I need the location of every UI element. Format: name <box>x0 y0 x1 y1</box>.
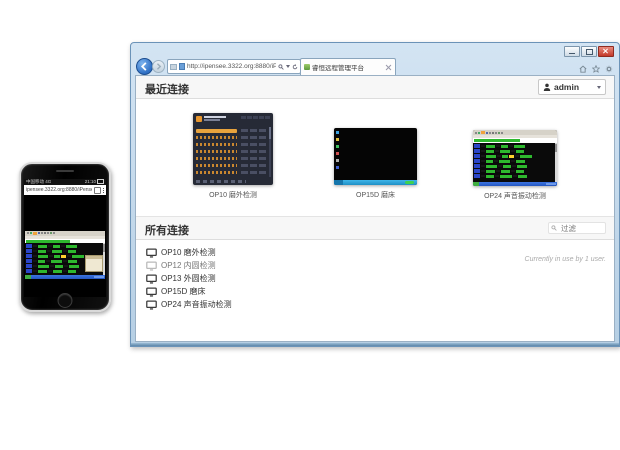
user-menu-caret-icon <box>597 86 601 89</box>
connection-row-op15d[interactable]: OP15D 磨床 <box>146 285 232 298</box>
window-bottom-edge <box>131 343 619 346</box>
forward-button[interactable] <box>152 60 165 73</box>
thumbnail-op15d[interactable] <box>334 128 417 185</box>
tab-title: 睿恒远程管理平台 <box>312 62 383 72</box>
thumbnail-op10[interactable] <box>193 113 273 185</box>
back-button[interactable] <box>136 58 153 75</box>
phone-url-text: ipensee.3322.org:8880/iPenseeViewer <box>26 187 92 193</box>
thumbnail-op24[interactable] <box>473 130 557 186</box>
monitor-icon <box>146 300 157 310</box>
thumbnail-caption: OP24 声音振动检测 <box>473 191 557 201</box>
connection-row-op12[interactable]: OP12 内圆检测 <box>146 259 232 272</box>
browser-toolbar: 睿恒远程管理平台 <box>135 58 615 74</box>
recent-connection-op15d[interactable]: OP15D 磨床 <box>334 128 417 200</box>
monitor-icon <box>146 287 157 297</box>
url-input[interactable] <box>187 63 276 70</box>
phone-carrier-label: 中国移动 4G <box>26 179 51 185</box>
address-dropdown-icon[interactable] <box>286 65 290 68</box>
user-icon <box>543 83 551 91</box>
browser-tab[interactable]: 睿恒远程管理平台 <box>300 58 396 75</box>
filter-box[interactable] <box>548 222 606 234</box>
tab-close-icon[interactable] <box>385 64 392 71</box>
battery-icon <box>97 179 104 184</box>
phone-speaker <box>56 170 74 172</box>
thumbnail-caption: OP10 磨外检测 <box>193 190 273 200</box>
smartphone: 中国移动 4G 21:10 ipensee.3322.org:8880/iPen… <box>19 162 111 312</box>
connection-row-op13[interactable]: OP13 外圆检测 <box>146 272 232 285</box>
close-button[interactable] <box>598 46 614 57</box>
monitor-icon <box>146 248 157 258</box>
screenshot-stage: 中国移动 4G 21:10 ipensee.3322.org:8880/iPen… <box>0 0 620 450</box>
phone-url-bar: ipensee.3322.org:8880/iPenseeViewer <box>24 185 106 195</box>
maximize-button[interactable] <box>581 46 597 57</box>
recent-connection-op24[interactable]: OP24 声音振动检测 <box>473 130 557 201</box>
refresh-icon[interactable] <box>292 64 298 70</box>
in-use-note: Currently in use by 1 user. <box>525 256 606 263</box>
thumbnail-caption: OP15D 磨床 <box>334 190 417 200</box>
all-section-title: 所有连接 <box>145 222 189 238</box>
all-connections-header: 所有连接 <box>136 216 614 240</box>
recent-connection-op10[interactable]: OP10 磨外检测 <box>193 113 273 200</box>
search-icon[interactable] <box>278 64 284 70</box>
filter-input[interactable] <box>559 223 603 234</box>
recent-section-title: 最近连接 <box>145 81 189 97</box>
page-icon <box>179 63 185 70</box>
window-controls <box>564 46 614 57</box>
minimize-button[interactable] <box>564 46 580 57</box>
monitor-icon <box>146 261 157 271</box>
connections-list: OP10 磨外检测 OP12 内圆检测 OP13 外圆检测 OP15D 磨床 O… <box>146 246 232 311</box>
back-arrow-icon <box>140 62 149 71</box>
connection-row-op24[interactable]: OP24 声音振动检测 <box>146 298 232 311</box>
user-menu-button[interactable]: admin <box>538 79 606 95</box>
page-content: 最近连接 admin <box>135 75 615 342</box>
phone-home-button <box>58 293 73 308</box>
phone-time-label: 21:10 <box>85 179 104 185</box>
monitor-icon <box>146 274 157 284</box>
address-bar[interactable] <box>167 59 301 74</box>
forward-arrow-icon <box>155 63 162 70</box>
phone-screen: 中国移动 4G 21:10 ipensee.3322.org:8880/iPen… <box>24 179 106 297</box>
tab-favicon-icon <box>304 64 310 70</box>
compatibility-icon[interactable] <box>170 64 177 70</box>
connection-row-op10[interactable]: OP10 磨外检测 <box>146 246 232 259</box>
phone-menu-icon <box>103 188 104 193</box>
app-logo-icon <box>196 116 202 122</box>
recent-connections-header: 最近连接 admin <box>136 76 614 99</box>
browser-window: 睿恒远程管理平台 最近连接 <box>130 42 620 347</box>
user-name-label: admin <box>554 82 594 92</box>
filter-search-icon <box>551 225 557 231</box>
phone-remote-screenshot <box>25 231 105 279</box>
phone-tabs-icon <box>94 187 101 194</box>
